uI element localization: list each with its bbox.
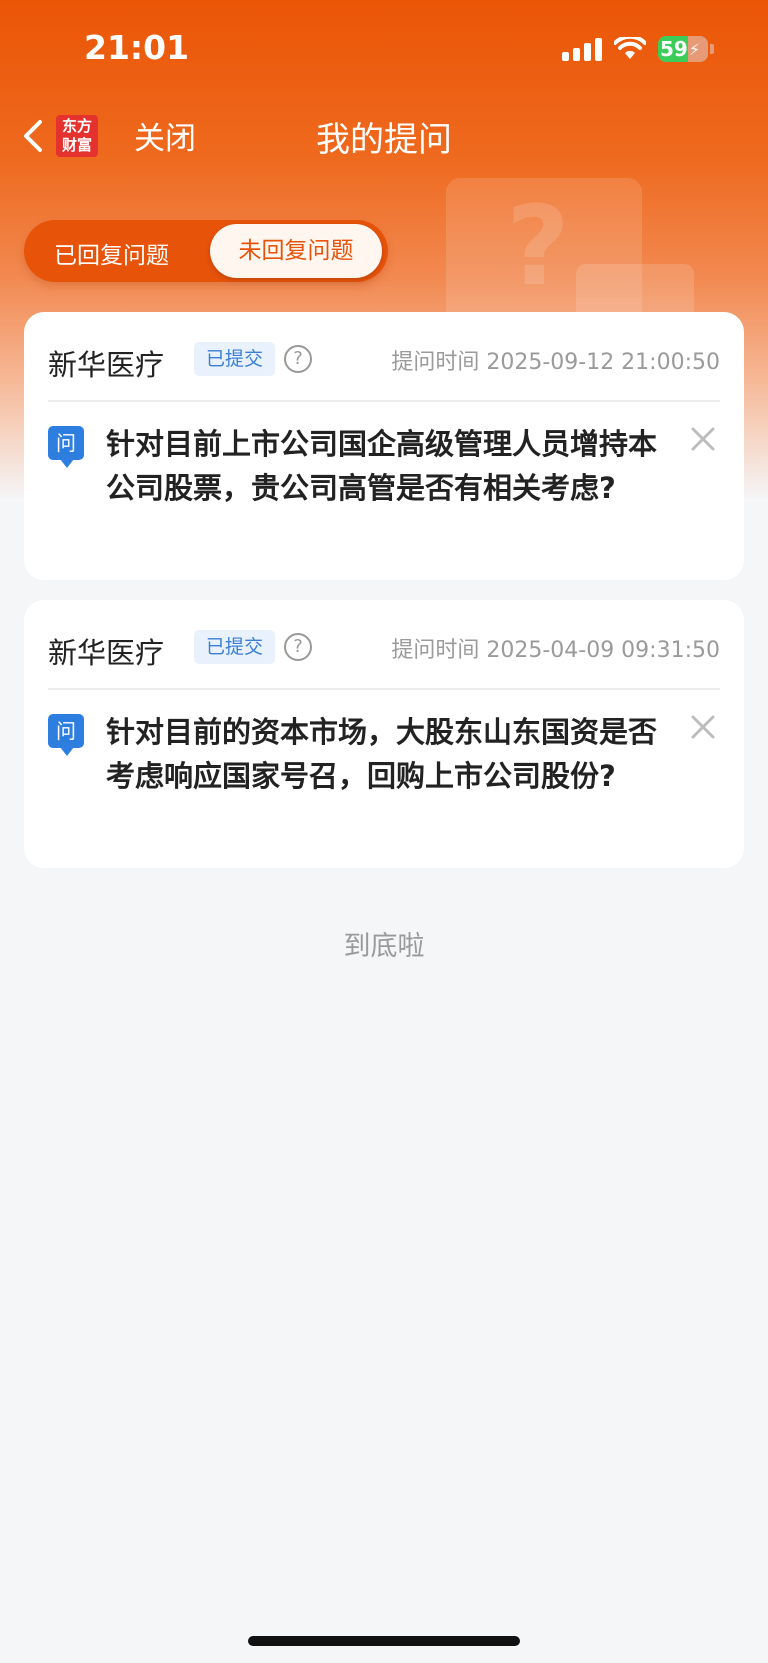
question-card[interactable]: 新华医疗 已提交 ? 提问时间 2025-09-12 21:00:50 问 针对… xyxy=(24,312,744,580)
help-icon[interactable]: ? xyxy=(284,345,312,373)
divider xyxy=(48,400,720,402)
question-filter-toggle: 已回复问题 未回复问题 xyxy=(24,220,388,282)
question-time: 提问时间 2025-09-12 21:00:50 xyxy=(391,350,720,375)
help-icon[interactable]: ? xyxy=(284,633,312,661)
tab-unreplied[interactable]: 未回复问题 xyxy=(210,224,382,278)
decorative-question-mark-icon: ? xyxy=(506,182,570,310)
question-card[interactable]: 新华医疗 已提交 ? 提问时间 2025-04-09 09:31:50 问 针对… xyxy=(24,600,744,868)
status-indicators: 59 ⚡ xyxy=(562,36,714,62)
page-title: 我的提问 xyxy=(316,120,452,160)
cellular-signal-icon xyxy=(562,37,602,61)
question-icon: 问 xyxy=(48,714,84,756)
battery-level: 59 xyxy=(660,37,688,61)
question-time: 提问时间 2025-04-09 09:31:50 xyxy=(391,638,720,663)
question-text: 针对目前上市公司国企高级管理人员增持本公司股票，贵公司高管是否有相关考虑? xyxy=(106,427,658,505)
status-badge: 已提交 xyxy=(194,630,276,664)
status-badge: 已提交 xyxy=(194,342,276,376)
question-text: 针对目前的资本市场，大股东山东国资是否考虑响应国家号召，回购上市公司股份? xyxy=(106,715,658,793)
battery-icon: 59 ⚡ xyxy=(658,36,708,62)
home-indicator[interactable] xyxy=(248,1636,520,1646)
status-time: 21:01 xyxy=(84,28,190,67)
tab-replied[interactable]: 已回复问题 xyxy=(54,236,169,270)
company-name[interactable]: 新华医疗 xyxy=(48,630,164,672)
company-name[interactable]: 新华医疗 xyxy=(48,342,164,384)
delete-question-icon[interactable] xyxy=(688,424,718,454)
end-of-list-text: 到底啦 xyxy=(343,931,425,962)
delete-question-icon[interactable] xyxy=(688,712,718,742)
divider xyxy=(48,688,720,690)
question-icon: 问 xyxy=(48,426,84,468)
wifi-icon xyxy=(614,37,646,59)
